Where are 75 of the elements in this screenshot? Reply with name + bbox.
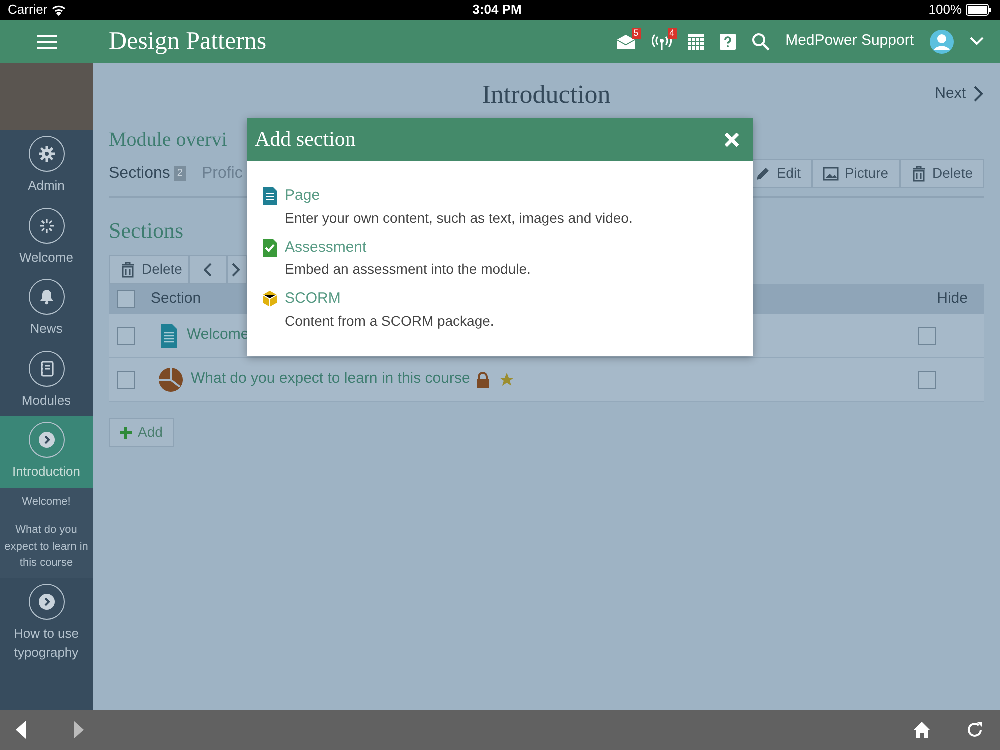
help-icon[interactable] xyxy=(720,34,736,50)
mail-icon[interactable] xyxy=(616,34,636,50)
bell-icon xyxy=(38,288,56,306)
count-badge: 2 xyxy=(174,166,186,181)
sidebar-item[interactable]: Admin xyxy=(0,130,93,202)
tab[interactable]: Sections 2 xyxy=(109,162,186,186)
count-badge: 5 xyxy=(632,28,641,38)
battery-icon xyxy=(966,4,992,16)
delete-button[interactable]: Delete xyxy=(109,255,189,284)
next-link[interactable]: Next xyxy=(935,82,966,106)
hide-checkbox[interactable] xyxy=(918,326,936,344)
page-title: Introduction xyxy=(482,78,611,110)
sidebar-item[interactable]: Modules xyxy=(0,344,93,416)
app-title: Design Patterns xyxy=(109,26,267,57)
add-button[interactable]: Add xyxy=(109,418,174,447)
column-header: Hide xyxy=(937,288,968,309)
toolbar-button[interactable]: Picture xyxy=(812,159,900,188)
hide-checkbox[interactable] xyxy=(918,370,936,388)
user-name[interactable]: MedPower Support xyxy=(786,30,914,53)
battery-percent: 100% xyxy=(928,1,962,20)
option-description: Enter your own content, such as text, images and video. xyxy=(285,208,633,228)
option-link[interactable]: Page xyxy=(285,185,633,208)
gear-icon xyxy=(38,145,56,163)
plus-icon xyxy=(120,426,132,438)
previous-button[interactable] xyxy=(189,255,227,284)
section-link[interactable]: Welcome xyxy=(187,324,250,347)
chevron-right-icon xyxy=(232,262,240,276)
document-icon xyxy=(159,324,179,348)
column-header: Section xyxy=(151,288,202,309)
sidebar-item[interactable]: Welcome xyxy=(0,202,93,273)
section-heading: Sections xyxy=(109,217,184,245)
row-checkbox[interactable] xyxy=(117,326,135,344)
option-description: Content from a SCORM package. xyxy=(285,312,494,331)
clock-time: 3:04 PM xyxy=(472,1,522,20)
sidebar-subitem[interactable]: Welcome! xyxy=(0,488,93,516)
picture-icon xyxy=(822,166,839,182)
back-arrow-icon[interactable] xyxy=(16,721,26,739)
trash-icon xyxy=(910,166,927,182)
chevron-down-icon[interactable] xyxy=(970,37,984,46)
row-checkbox[interactable] xyxy=(117,370,135,388)
chevron-right-icon xyxy=(38,592,56,610)
section-link[interactable]: What do you expect to learn in this course xyxy=(191,368,470,391)
home-icon[interactable] xyxy=(914,722,930,738)
option-link[interactable]: SCORM xyxy=(285,288,494,310)
forward-arrow-icon[interactable] xyxy=(74,721,84,739)
document-icon xyxy=(263,187,277,205)
toolbar-button[interactable]: Delete xyxy=(900,159,984,188)
avatar-icon[interactable] xyxy=(930,30,954,54)
option-description: Embed an assessment into the module. xyxy=(285,260,531,279)
pencil-icon xyxy=(754,166,771,182)
refresh-icon[interactable] xyxy=(966,721,984,739)
sidebar-item[interactable]: How to use typography xyxy=(0,578,93,668)
trash-icon xyxy=(120,262,136,278)
spinner-icon xyxy=(38,216,56,234)
sidebar-item[interactable]: News xyxy=(0,273,93,344)
sidebar-subitem[interactable]: What do you expect to learn in this course xyxy=(0,516,93,578)
calendar-icon[interactable] xyxy=(688,34,704,50)
select-all-checkbox[interactable] xyxy=(117,290,135,308)
chevron-right-icon xyxy=(38,431,56,449)
option-link[interactable]: Assessment xyxy=(285,236,531,259)
close-icon[interactable] xyxy=(725,132,739,146)
menu-icon[interactable] xyxy=(36,34,56,50)
search-icon[interactable] xyxy=(752,32,770,50)
count-badge: 4 xyxy=(668,28,677,38)
checkbox-icon xyxy=(263,238,277,256)
next-button[interactable] xyxy=(227,255,247,284)
sidebar-item[interactable]: Introduction xyxy=(0,416,93,488)
package-icon xyxy=(263,290,277,308)
chevron-right-icon[interactable] xyxy=(974,86,984,102)
chevron-left-icon xyxy=(204,262,212,276)
pie-chart-icon xyxy=(159,368,183,392)
wifi-icon xyxy=(52,4,66,16)
carrier-label: Carrier xyxy=(8,1,48,20)
dialog-title: Add section xyxy=(255,126,356,153)
module-title: Module overvi xyxy=(109,128,228,153)
